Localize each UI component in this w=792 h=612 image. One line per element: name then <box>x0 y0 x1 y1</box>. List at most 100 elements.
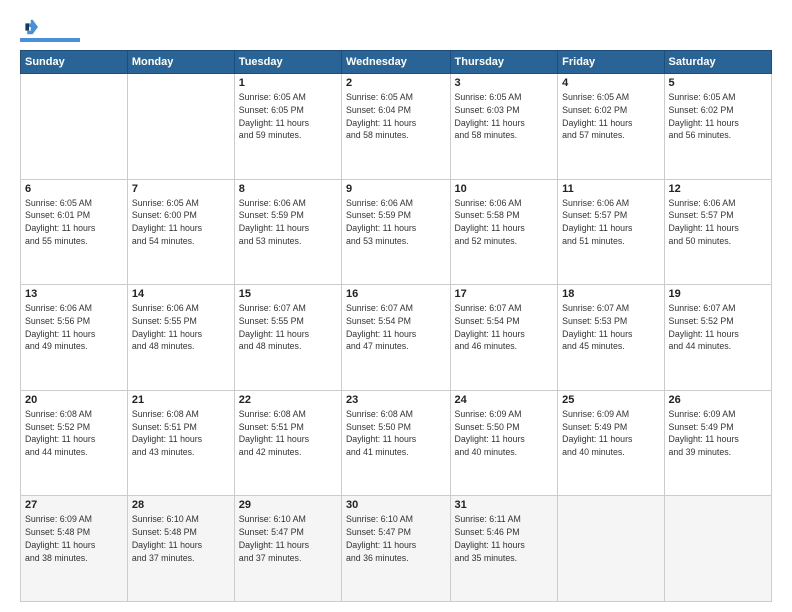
day-number: 26 <box>669 394 767 406</box>
calendar-cell <box>558 496 664 602</box>
calendar-cell <box>21 74 128 180</box>
calendar-day-header: Sunday <box>21 51 128 74</box>
day-number: 27 <box>25 499 123 511</box>
day-number: 17 <box>455 288 554 300</box>
day-info: Sunrise: 6:05 AM Sunset: 6:03 PM Dayligh… <box>455 91 554 142</box>
day-number: 12 <box>669 183 767 195</box>
day-number: 19 <box>669 288 767 300</box>
calendar-cell: 10Sunrise: 6:06 AM Sunset: 5:58 PM Dayli… <box>450 179 558 285</box>
day-number: 1 <box>239 77 337 89</box>
day-info: Sunrise: 6:06 AM Sunset: 5:59 PM Dayligh… <box>239 197 337 248</box>
day-info: Sunrise: 6:07 AM Sunset: 5:54 PM Dayligh… <box>455 302 554 353</box>
day-number: 23 <box>346 394 446 406</box>
day-info: Sunrise: 6:09 AM Sunset: 5:48 PM Dayligh… <box>25 513 123 564</box>
day-number: 22 <box>239 394 337 406</box>
calendar-day-header: Wednesday <box>341 51 450 74</box>
day-number: 8 <box>239 183 337 195</box>
day-number: 5 <box>669 77 767 89</box>
calendar-day-header: Thursday <box>450 51 558 74</box>
day-number: 29 <box>239 499 337 511</box>
logo <box>20 18 80 42</box>
calendar-cell: 19 Sunrise: 6:07 AM Sunset: 5:52 PM Dayli… <box>664 285 771 391</box>
calendar-cell: 28Sunrise: 6:10 AM Sunset: 5:48 PM Dayli… <box>127 496 234 602</box>
calendar-cell: 6 Sunrise: 6:05 AM Sunset: 6:01 PM Daylig… <box>21 179 128 285</box>
day-info: Sunrise: 6:05 AM Sunset: 6:05 PM Dayligh… <box>239 91 337 142</box>
day-number: 20 <box>25 394 123 406</box>
day-number: 7 <box>132 183 230 195</box>
calendar-cell: 15 Sunrise: 6:07 AM Sunset: 5:55 PM Dayli… <box>234 285 341 391</box>
day-number: 10 <box>455 183 554 195</box>
calendar-cell: 30 Sunrise: 6:10 AM Sunset: 5:47 PM Dayli… <box>341 496 450 602</box>
day-number: 24 <box>455 394 554 406</box>
calendar-cell: 7 Sunrise: 6:05 AM Sunset: 6:00 PM Daylig… <box>127 179 234 285</box>
day-info: Sunrise: 6:06 AM Sunset: 5:57 PM Dayligh… <box>669 197 767 248</box>
day-info: Sunrise: 6:10 AM Sunset: 5:47 PM Dayligh… <box>346 513 446 564</box>
day-info: Sunrise: 6:08 AM Sunset: 5:51 PM Dayligh… <box>239 408 337 459</box>
day-info: Sunrise: 6:06 AM Sunset: 5:56 PM Dayligh… <box>25 302 123 353</box>
day-info: Sunrise: 6:08 AM Sunset: 5:52 PM Dayligh… <box>25 408 123 459</box>
day-number: 6 <box>25 183 123 195</box>
calendar-week-row: 13Sunrise: 6:06 AM Sunset: 5:56 PM Dayli… <box>21 285 772 391</box>
day-info: Sunrise: 6:09 AM Sunset: 5:49 PM Dayligh… <box>669 408 767 459</box>
calendar-cell: 18Sunrise: 6:07 AM Sunset: 5:53 PM Dayli… <box>558 285 664 391</box>
day-info: Sunrise: 6:05 AM Sunset: 6:01 PM Dayligh… <box>25 197 123 248</box>
day-number: 15 <box>239 288 337 300</box>
calendar-cell: 11Sunrise: 6:06 AM Sunset: 5:57 PM Dayli… <box>558 179 664 285</box>
day-number: 21 <box>132 394 230 406</box>
day-number: 25 <box>562 394 659 406</box>
logo-icon <box>20 18 38 36</box>
day-info: Sunrise: 6:07 AM Sunset: 5:54 PM Dayligh… <box>346 302 446 353</box>
calendar-cell: 26 Sunrise: 6:09 AM Sunset: 5:49 PM Dayli… <box>664 390 771 496</box>
calendar-cell: 13Sunrise: 6:06 AM Sunset: 5:56 PM Dayli… <box>21 285 128 391</box>
day-info: Sunrise: 6:05 AM Sunset: 6:02 PM Dayligh… <box>669 91 767 142</box>
day-info: Sunrise: 6:11 AM Sunset: 5:46 PM Dayligh… <box>455 513 554 564</box>
day-number: 11 <box>562 183 659 195</box>
calendar-cell: 20 Sunrise: 6:08 AM Sunset: 5:52 PM Dayli… <box>21 390 128 496</box>
calendar-day-header: Tuesday <box>234 51 341 74</box>
calendar-header-row: SundayMondayTuesdayWednesdayThursdayFrid… <box>21 51 772 74</box>
day-info: Sunrise: 6:05 AM Sunset: 6:04 PM Dayligh… <box>346 91 446 142</box>
calendar-cell: 14Sunrise: 6:06 AM Sunset: 5:55 PM Dayli… <box>127 285 234 391</box>
day-info: Sunrise: 6:09 AM Sunset: 5:50 PM Dayligh… <box>455 408 554 459</box>
header <box>20 18 772 42</box>
calendar-cell: 12 Sunrise: 6:06 AM Sunset: 5:57 PM Dayli… <box>664 179 771 285</box>
day-info: Sunrise: 6:07 AM Sunset: 5:55 PM Dayligh… <box>239 302 337 353</box>
calendar-week-row: 20 Sunrise: 6:08 AM Sunset: 5:52 PM Dayli… <box>21 390 772 496</box>
calendar-cell: 22 Sunrise: 6:08 AM Sunset: 5:51 PM Dayli… <box>234 390 341 496</box>
calendar-cell: 31 Sunrise: 6:11 AM Sunset: 5:46 PM Dayli… <box>450 496 558 602</box>
calendar-cell: 8 Sunrise: 6:06 AM Sunset: 5:59 PM Daylig… <box>234 179 341 285</box>
calendar-week-row: 27 Sunrise: 6:09 AM Sunset: 5:48 PM Dayli… <box>21 496 772 602</box>
calendar-week-row: 1 Sunrise: 6:05 AM Sunset: 6:05 PM Daylig… <box>21 74 772 180</box>
day-info: Sunrise: 6:09 AM Sunset: 5:49 PM Dayligh… <box>562 408 659 459</box>
day-info: Sunrise: 6:10 AM Sunset: 5:47 PM Dayligh… <box>239 513 337 564</box>
day-number: 18 <box>562 288 659 300</box>
calendar-day-header: Friday <box>558 51 664 74</box>
day-info: Sunrise: 6:10 AM Sunset: 5:48 PM Dayligh… <box>132 513 230 564</box>
calendar-cell: 27 Sunrise: 6:09 AM Sunset: 5:48 PM Dayli… <box>21 496 128 602</box>
day-info: Sunrise: 6:07 AM Sunset: 5:52 PM Dayligh… <box>669 302 767 353</box>
day-number: 31 <box>455 499 554 511</box>
calendar-cell <box>127 74 234 180</box>
day-number: 9 <box>346 183 446 195</box>
calendar-cell: 1 Sunrise: 6:05 AM Sunset: 6:05 PM Daylig… <box>234 74 341 180</box>
page: SundayMondayTuesdayWednesdayThursdayFrid… <box>0 0 792 612</box>
calendar-table: SundayMondayTuesdayWednesdayThursdayFrid… <box>20 50 772 602</box>
logo-bar <box>20 38 80 42</box>
day-info: Sunrise: 6:08 AM Sunset: 5:50 PM Dayligh… <box>346 408 446 459</box>
calendar-cell <box>664 496 771 602</box>
calendar-cell: 4 Sunrise: 6:05 AM Sunset: 6:02 PM Daylig… <box>558 74 664 180</box>
day-info: Sunrise: 6:05 AM Sunset: 6:02 PM Dayligh… <box>562 91 659 142</box>
day-number: 16 <box>346 288 446 300</box>
calendar-cell: 29 Sunrise: 6:10 AM Sunset: 5:47 PM Dayli… <box>234 496 341 602</box>
day-number: 2 <box>346 77 446 89</box>
calendar-day-header: Saturday <box>664 51 771 74</box>
day-info: Sunrise: 6:06 AM Sunset: 5:55 PM Dayligh… <box>132 302 230 353</box>
day-info: Sunrise: 6:06 AM Sunset: 5:59 PM Dayligh… <box>346 197 446 248</box>
day-number: 4 <box>562 77 659 89</box>
calendar-cell: 3Sunrise: 6:05 AM Sunset: 6:03 PM Daylig… <box>450 74 558 180</box>
calendar-cell: 24 Sunrise: 6:09 AM Sunset: 5:50 PM Dayli… <box>450 390 558 496</box>
day-info: Sunrise: 6:08 AM Sunset: 5:51 PM Dayligh… <box>132 408 230 459</box>
day-info: Sunrise: 6:05 AM Sunset: 6:00 PM Dayligh… <box>132 197 230 248</box>
calendar-cell: 9 Sunrise: 6:06 AM Sunset: 5:59 PM Daylig… <box>341 179 450 285</box>
day-number: 30 <box>346 499 446 511</box>
